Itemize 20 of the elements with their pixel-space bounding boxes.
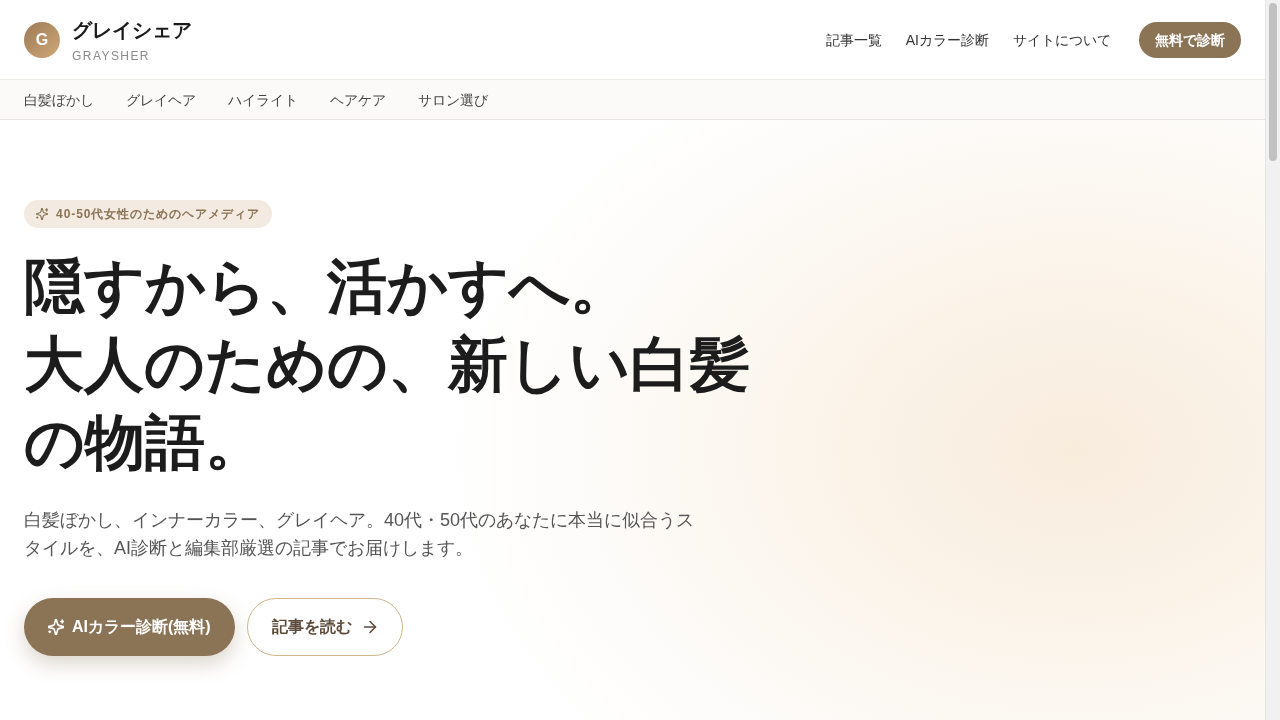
site-subtitle: GRAYSHER [72, 47, 151, 64]
hero-description: 白髪ぼかし、インナーカラー、グレイヘア。40代・50代のあなたに本当に似合うスタイルを、AI診断と編集部厳選の記事でお届けします。 [24, 509, 696, 560]
ai-diagnosis-button[interactable]: AIカラー診断(無料) [24, 598, 235, 656]
read-articles-button[interactable]: 記事を読む [246, 598, 403, 656]
badge-text: 40-50代女性のためのヘアメディア [56, 206, 260, 222]
sparkle-icon [36, 208, 48, 220]
sparkle-icon [48, 619, 64, 635]
category-link[interactable]: グレイヘア [126, 89, 196, 110]
nav-link[interactable]: 記事一覧 [825, 29, 882, 50]
category-link[interactable]: 白髪ぼかし [24, 89, 94, 110]
nav-link[interactable]: サイトについて [1013, 29, 1111, 50]
diagnosis-button[interactable]: 無料で診断 [1139, 21, 1241, 58]
category-link[interactable]: サロン選び [418, 89, 488, 110]
scrollbar[interactable] [1265, 0, 1280, 720]
category-link[interactable]: ハイライト [228, 89, 298, 110]
hero-headline: 隠すから、活かすへ。 大人のための、新しい白髪の物語。 [24, 252, 751, 478]
category-link[interactable]: ヘアケア [330, 89, 386, 110]
logo-icon: G [24, 21, 60, 58]
site-name: グレイシェア [72, 17, 192, 43]
nav-link[interactable]: AIカラー診断 [905, 29, 989, 50]
